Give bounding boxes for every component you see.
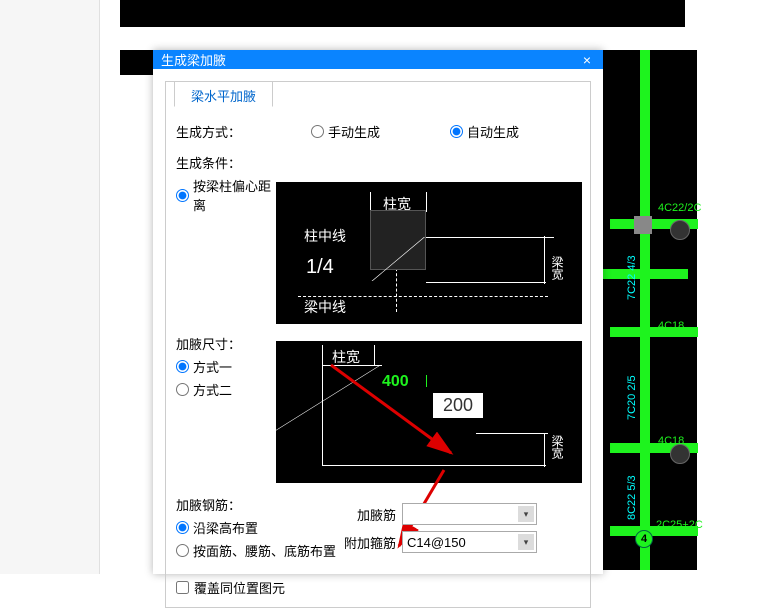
radio-mode1[interactable]: 方式一 bbox=[176, 357, 276, 376]
radio-label: 方式二 bbox=[193, 380, 232, 399]
dialog-title: 生成梁加腋 bbox=[161, 50, 579, 69]
cad-viewport-top bbox=[120, 0, 685, 27]
cad-annot-text: 4C22/2C bbox=[658, 202, 701, 214]
cad-circle-icon bbox=[670, 444, 690, 464]
checkbox-input[interactable] bbox=[176, 581, 189, 594]
radio-label: 手动生成 bbox=[328, 122, 380, 141]
fujia-dropdown[interactable]: C14@150 ▾ bbox=[402, 531, 537, 553]
diagram-beam-center: 梁中线 bbox=[304, 297, 346, 317]
diagram2-200-box: 200 bbox=[433, 393, 483, 418]
cad-green-line bbox=[610, 327, 698, 337]
jiaye-label: 加腋筋 bbox=[336, 505, 396, 524]
radio-mode2[interactable]: 方式二 bbox=[176, 380, 276, 399]
radio-by-groups[interactable]: 按面筋、腰筋、底筋布置 bbox=[176, 541, 336, 560]
jiaye-field-row: 加腋筋 ▾ bbox=[336, 503, 537, 525]
chevron-down-icon: ▾ bbox=[518, 506, 534, 522]
size-block: 加腋尺寸： 方式一 方式二 bbox=[176, 334, 276, 403]
dialog-titlebar[interactable]: 生成梁加腋 × bbox=[153, 50, 603, 69]
rebar-label: 加腋钢筋： bbox=[176, 495, 336, 514]
cad-annot-text: 2C25+2C bbox=[656, 519, 703, 531]
radio-by-height[interactable]: 沿梁高布置 bbox=[176, 518, 336, 537]
dropdown-value: C14@150 bbox=[407, 535, 466, 550]
radio-label: 按梁柱偏心距离 bbox=[193, 176, 276, 214]
jiaye-dropdown[interactable]: ▾ bbox=[402, 503, 537, 525]
checkbox-label: 覆盖同位置图元 bbox=[194, 578, 285, 597]
generate-haunch-dialog: 生成梁加腋 × 梁水平加腋 生成方式： 手动生成 自动生成 生成条件： bbox=[153, 50, 603, 574]
overwrite-checkbox[interactable]: 覆盖同位置图元 bbox=[176, 578, 580, 597]
diagram-ratio: 1/4 bbox=[306, 256, 334, 279]
close-button[interactable]: × bbox=[579, 52, 595, 68]
radio-by-offset[interactable]: 按梁柱偏心距离 bbox=[176, 176, 276, 214]
radio-auto[interactable]: 自动生成 bbox=[450, 122, 519, 141]
dialog-body: 梁水平加腋 生成方式： 手动生成 自动生成 生成条件： bbox=[165, 81, 591, 608]
diagram-1: 柱宽 柱中线 1/4 梁中线 梁宽 bbox=[276, 182, 582, 324]
radio-input[interactable] bbox=[176, 383, 189, 396]
cad-node-badge[interactable]: 4 bbox=[635, 530, 653, 548]
size-label: 加腋尺寸： bbox=[176, 334, 276, 353]
radio-input[interactable] bbox=[176, 521, 189, 534]
fujia-field-row: 附加箍筋 C14@150 ▾ bbox=[336, 531, 537, 553]
radio-label: 方式一 bbox=[193, 357, 232, 376]
radio-input[interactable] bbox=[176, 360, 189, 373]
diagram-column bbox=[370, 210, 426, 270]
tab-horizontal-haunch[interactable]: 梁水平加腋 bbox=[174, 81, 273, 107]
cad-annot-text: 8C22 5/3 bbox=[626, 475, 638, 520]
cad-annot-text: 7C22 4/3 bbox=[626, 255, 638, 300]
cad-column-box bbox=[634, 216, 652, 234]
gen-method-row: 生成方式： 手动生成 自动生成 bbox=[176, 122, 580, 145]
radio-manual[interactable]: 手动生成 bbox=[311, 122, 380, 141]
rebar-row: 加腋钢筋： 沿梁高布置 按面筋、腰筋、底筋布置 加腋筋 bbox=[176, 495, 580, 564]
radio-input[interactable] bbox=[311, 125, 324, 138]
tab-label: 梁水平加腋 bbox=[191, 89, 256, 104]
node-number: 4 bbox=[641, 533, 647, 545]
radio-input[interactable] bbox=[176, 189, 189, 202]
diagram2-beam-width: 梁宽 bbox=[549, 435, 566, 459]
diagram-2: 柱宽 400 200 梁宽 bbox=[276, 341, 582, 483]
radio-label: 按面筋、腰筋、底筋布置 bbox=[193, 541, 336, 560]
diagram2-400: 400 bbox=[382, 373, 409, 391]
diagram-beam-width: 梁宽 bbox=[549, 256, 566, 280]
diagram-col-center: 柱中线 bbox=[304, 226, 346, 246]
diagram2-col-width: 柱宽 bbox=[332, 347, 360, 367]
fujia-label: 附加箍筋 bbox=[336, 533, 396, 552]
page-gutter bbox=[0, 0, 100, 574]
radio-label: 沿梁高布置 bbox=[193, 518, 258, 537]
cad-annot-text: 4C18 bbox=[658, 320, 684, 332]
rebar-fields: 加腋筋 ▾ 附加箍筋 C14@150 ▾ bbox=[336, 503, 537, 559]
gen-condition-block: 生成条件： 按梁柱偏心距离 bbox=[176, 153, 276, 218]
rebar-block: 加腋钢筋： 沿梁高布置 按面筋、腰筋、底筋布置 bbox=[176, 495, 336, 564]
cad-circle-icon bbox=[670, 220, 690, 240]
chevron-down-icon: ▾ bbox=[518, 534, 534, 550]
cad-green-line bbox=[640, 50, 650, 570]
cad-annot-text: 7C20 2/5 bbox=[626, 375, 638, 420]
radio-input[interactable] bbox=[176, 544, 189, 557]
gen-condition-label: 生成条件： bbox=[176, 153, 276, 172]
radio-label: 自动生成 bbox=[467, 122, 519, 141]
radio-input[interactable] bbox=[450, 125, 463, 138]
gen-method-label: 生成方式： bbox=[176, 122, 276, 141]
